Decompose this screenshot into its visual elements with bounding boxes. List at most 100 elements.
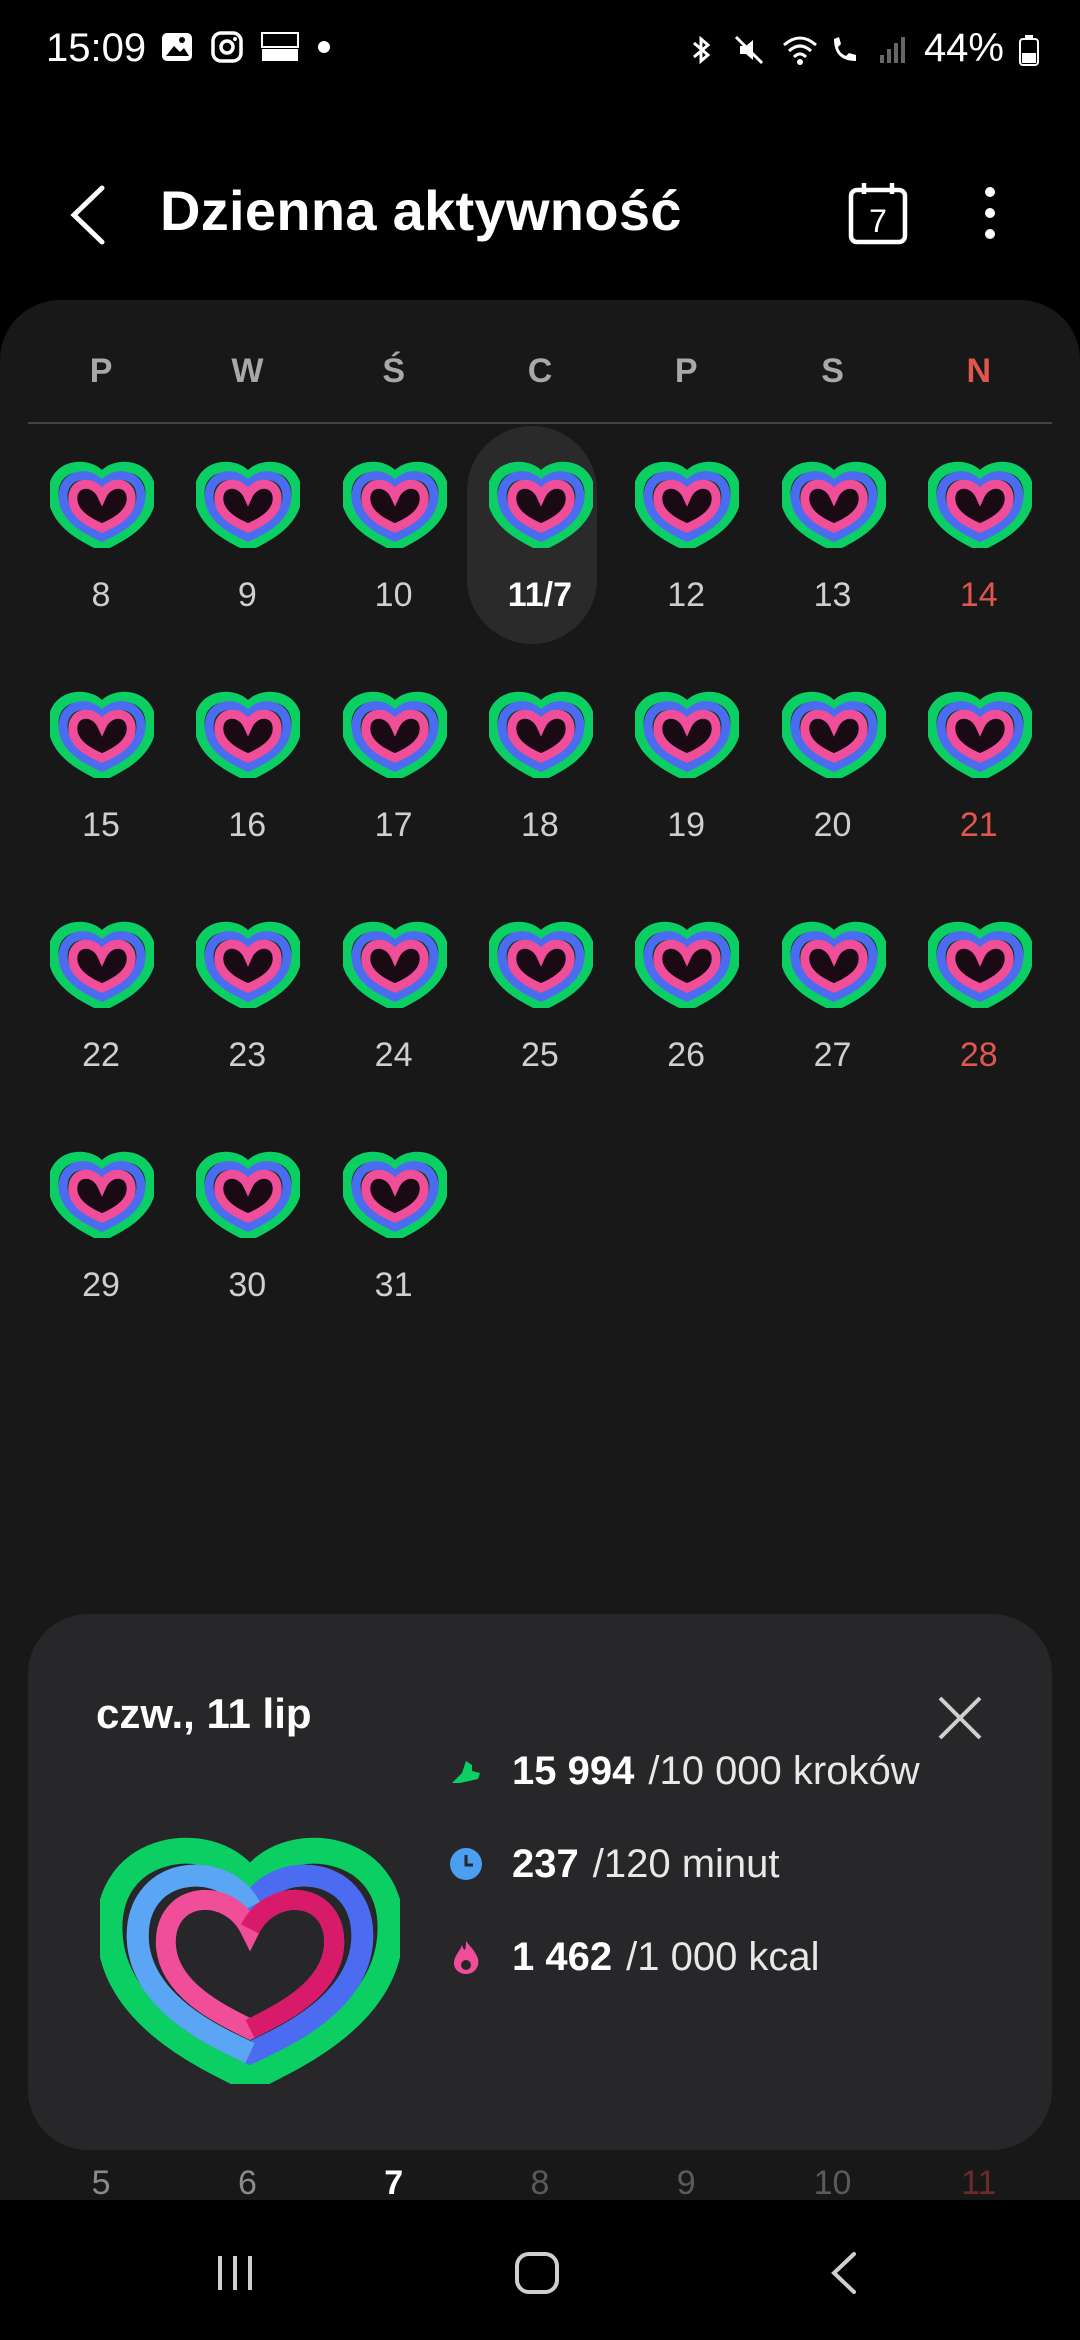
calendar-day-number: 14 [959,576,998,614]
activity-heart-icon [927,461,1032,548]
gallery-icon [160,30,194,64]
calendar-button[interactable]: 7 [846,180,910,246]
activity-heart-icon [342,461,447,548]
kcal-stat: 1 462 /1 000 kcal [448,1927,820,1987]
temu-icon [260,30,299,64]
back-icon [831,2252,856,2294]
flame-icon [448,1939,484,1975]
activity-heart-icon [196,461,301,548]
calendar-day-number: 15 [82,806,120,844]
calendar-day[interactable]: 9 [174,426,320,626]
calendar-day-number: 18 [520,806,559,844]
calendar-day-number: 22 [82,1036,120,1074]
calendar-day-number: 25 [520,1036,559,1074]
week-day[interactable]: 10 [759,2164,905,2203]
minutes-stat: 237 /120 minut [448,1834,780,1894]
calendar-day[interactable]: 29 [28,1116,174,1316]
steps-value: 15 994 [512,1748,635,1793]
calendar-day[interactable]: 12 [613,426,759,626]
week-day[interactable]: 9 [613,2164,759,2203]
detail-date: czw., 11 lip [96,1690,312,1737]
week-day[interactable]: 6 [174,2164,320,2203]
chevron-left-icon [70,185,105,245]
calendar-day[interactable]: 13 [760,426,906,626]
calendar-day-number: 21 [959,806,998,844]
activity-heart-icon [927,921,1032,1008]
calendar-day-number: 16 [228,806,267,844]
battery-percent: 44% [923,26,1004,70]
weekday-label: S [821,352,844,390]
activity-heart-icon [781,461,886,548]
calendar-day[interactable]: 17 [321,656,467,856]
calendar-day[interactable]: 8 [28,426,174,626]
shoe-icon [448,1753,484,1789]
activity-heart-icon [488,921,593,1008]
calendar-day[interactable]: 27 [760,886,906,1086]
calendar-day[interactable]: 18 [467,656,613,856]
calendar-day-number: 13 [813,576,852,614]
activity-heart-icon [781,691,886,778]
dot-icon [318,41,330,53]
calendar-day[interactable]: 28 [906,886,1052,1086]
activity-heart-icon [488,691,593,778]
calendar-day: 7 [869,203,887,239]
activity-heart-icon [635,461,740,548]
bluetooth-icon [684,32,718,66]
week-day[interactable]: 11 [906,2164,1052,2203]
weekday-label: Ś [382,352,406,390]
week-day-current[interactable]: 7 [321,2164,467,2203]
close-icon [938,1696,982,1740]
activity-heart-large [96,1814,404,2094]
back-button[interactable] [60,180,120,250]
weekday-header: P W Ś C P S N [28,352,1052,391]
calendar-day[interactable]: 16 [174,656,320,856]
calendar-day[interactable]: 31 [321,1116,467,1316]
home-button[interactable] [512,2248,562,2303]
week-day[interactable]: 5 [28,2164,174,2203]
calendar-day[interactable]: 30 [174,1116,320,1316]
calendar-day[interactable]: 15 [28,656,174,856]
kcal-goal: /1 000 kcal [626,1934,820,1979]
close-button[interactable] [934,1692,986,1744]
calendar-day[interactable]: 10 [321,426,467,626]
calendar-day[interactable]: 21 [906,656,1052,856]
more-options-button[interactable] [970,180,1010,246]
calendar-day-number: 10 [374,576,413,614]
recent-apps-button[interactable] [210,2248,260,2303]
mute-icon [732,32,766,66]
wifi-call-icon [828,32,862,66]
page-title: Dzienna aktywność [160,179,682,242]
activity-heart-icon [50,461,154,548]
activity-heart-icon [196,1151,301,1238]
calendar-day[interactable]: 19 [613,656,759,856]
calendar-day[interactable]: 11/7 [466,426,613,644]
home-icon [515,2252,559,2294]
activity-heart-icon [635,921,740,1008]
signal-icon [876,32,910,66]
calendar-day[interactable]: 24 [321,886,467,1086]
week-strip: 5 6 7 8 9 10 11 [28,2164,1052,2203]
activity-heart-icon [196,691,301,778]
calendar-day-number: 29 [82,1266,120,1304]
calendar-day-number: 12 [667,576,706,614]
calendar-day[interactable]: 23 [174,886,320,1086]
calendar-day-number: 17 [374,806,413,844]
status-bar: 15:09 44% [0,0,1080,100]
calendar-day[interactable]: 26 [613,886,759,1086]
activity-heart-icon [342,691,447,778]
calendar-day-number: 8 [91,576,111,614]
navigation-bar [0,2210,1080,2340]
calendar-day[interactable]: 25 [467,886,613,1086]
week-day[interactable]: 8 [467,2164,613,2203]
wifi-icon [780,32,817,66]
calendar-day[interactable]: 20 [760,656,906,856]
day-detail-card: czw., 11 lip 15 994 /10 000 kroków 237 /… [28,1614,1052,2150]
activity-heart-icon [50,1151,154,1238]
calendar-day-number: 11/7 [507,576,573,614]
calendar-day[interactable]: 22 [28,886,174,1086]
calendar-day[interactable]: 14 [906,426,1052,626]
activity-heart-icon [927,691,1032,778]
clock-icon [448,1846,484,1882]
system-back-button[interactable] [820,2248,870,2303]
weekday-label: N [966,352,992,390]
